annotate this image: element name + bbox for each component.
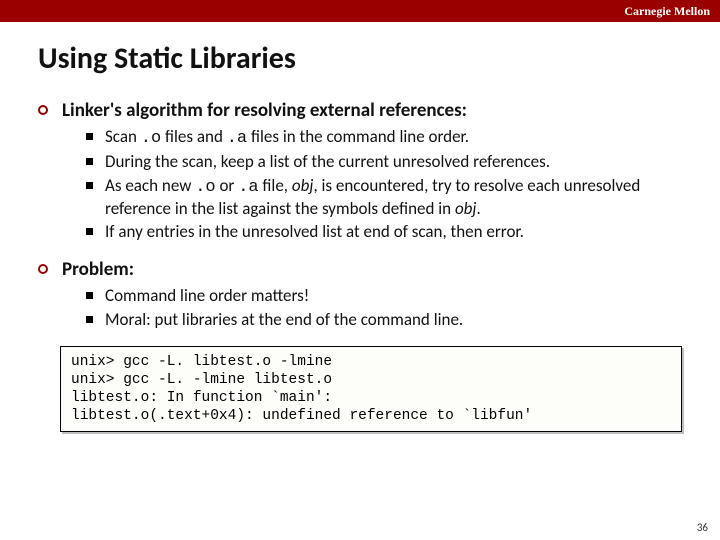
square-bullet-icon (86, 228, 93, 235)
section-heading-1: Linker's algorithm for resolving externa… (38, 99, 690, 122)
list-item: If any entries in the unresolved list at… (86, 221, 690, 242)
bullet-text: During the scan, keep a list of the curr… (105, 151, 550, 172)
circle-bullet-icon (38, 105, 48, 115)
list-item: During the scan, keep a list of the curr… (86, 151, 690, 172)
slide-title: Using Static Libraries (38, 40, 720, 77)
bullet-text: As each new .o or .a file, obj, is encou… (105, 175, 690, 220)
square-bullet-icon (86, 133, 93, 140)
bullet-text: Command line order matters! (105, 285, 309, 306)
section-heading-text: Linker's algorithm for resolving externa… (62, 99, 467, 122)
square-bullet-icon (86, 158, 93, 165)
bullet-text: Moral: put libraries at the end of the c… (105, 309, 463, 330)
list-item: Command line order matters! (86, 285, 690, 306)
brand-bar: Carnegie Mellon (0, 0, 720, 22)
slide-content: Linker's algorithm for resolving externa… (38, 99, 690, 330)
bullet-text: If any entries in the unresolved list at… (105, 221, 524, 242)
page-number: 36 (697, 521, 708, 534)
terminal-output: unix> gcc -L. libtest.o -lmine unix> gcc… (60, 346, 682, 433)
bullet-list-1: Scan .o files and .a files in the comman… (86, 126, 690, 242)
list-item: Scan .o files and .a files in the comman… (86, 126, 690, 149)
brand-label: Carnegie Mellon (624, 4, 710, 19)
list-item: Moral: put libraries at the end of the c… (86, 309, 690, 330)
section-heading-2: Problem: (38, 258, 690, 281)
bullet-text: Scan .o files and .a files in the comman… (105, 126, 469, 149)
bullet-list-2: Command line order matters! Moral: put l… (86, 285, 690, 330)
square-bullet-icon (86, 316, 93, 323)
circle-bullet-icon (38, 264, 48, 274)
list-item: As each new .o or .a file, obj, is encou… (86, 175, 690, 220)
square-bullet-icon (86, 292, 93, 299)
section-heading-text: Problem: (62, 258, 134, 281)
square-bullet-icon (86, 182, 93, 189)
